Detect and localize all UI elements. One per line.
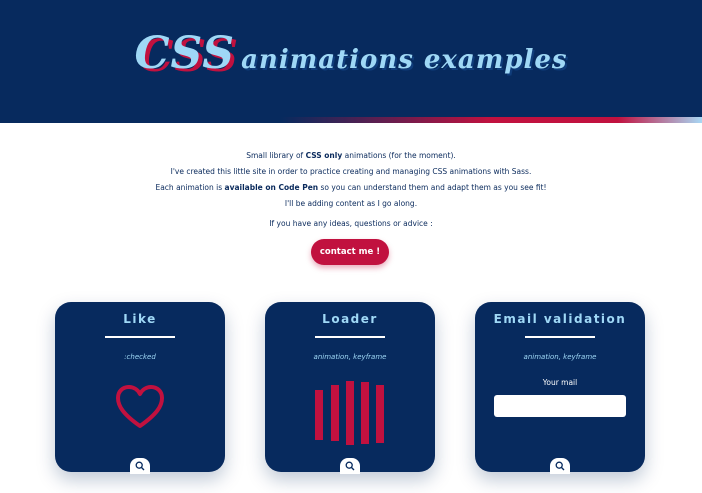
search-icon [135, 461, 145, 471]
site-title: CSS animations examples [0, 28, 702, 79]
card-email-validation[interactable]: Email validation animation, keyframe You… [475, 302, 645, 474]
card-like[interactable]: Like :checked [55, 302, 225, 474]
loader-bar [361, 382, 369, 444]
card-divider [315, 336, 385, 338]
card-divider [525, 336, 595, 338]
card-loader[interactable]: Loader animation, keyframe [265, 302, 435, 474]
contact-button[interactable]: contact me ! [311, 239, 389, 265]
mail-label: Your mail [542, 378, 578, 387]
intro-line-2: I've created this little site in order t… [170, 167, 532, 176]
card-title: Like [123, 312, 157, 326]
search-icon [345, 461, 355, 471]
card-zoom-button[interactable] [130, 458, 150, 474]
card-title: Email validation [493, 312, 627, 326]
heart-icon[interactable] [115, 384, 165, 430]
search-icon [555, 461, 565, 471]
card-divider [105, 336, 175, 338]
email-field[interactable] [494, 395, 626, 417]
title-css: CSS [134, 28, 236, 79]
card-zoom-button[interactable] [340, 458, 360, 474]
intro-line-1: Small library of CSS only animations (fo… [246, 151, 456, 160]
intro-text: Small library of CSS only animations (fo… [0, 148, 702, 212]
card-title: Loader [322, 312, 378, 326]
card-zoom-button[interactable] [550, 458, 570, 474]
card-tags: animation, keyframe [313, 353, 387, 361]
loader-bar [331, 385, 339, 441]
loader-bar [315, 390, 323, 440]
title-rest: animations examples [241, 45, 568, 75]
loader-bar [376, 385, 384, 443]
ideas-text: If you have any ideas, questions or advi… [269, 219, 433, 228]
header-stripe [0, 117, 702, 123]
site-header: CSS animations examples [0, 0, 702, 122]
loader-bar [346, 381, 354, 445]
intro-line-4: I'll be adding content as I go along. [284, 199, 418, 208]
intro-line-3: Each animation is available on Code Pen … [155, 183, 547, 192]
card-tags: animation, keyframe [523, 353, 597, 361]
card-tags: :checked [124, 353, 156, 361]
